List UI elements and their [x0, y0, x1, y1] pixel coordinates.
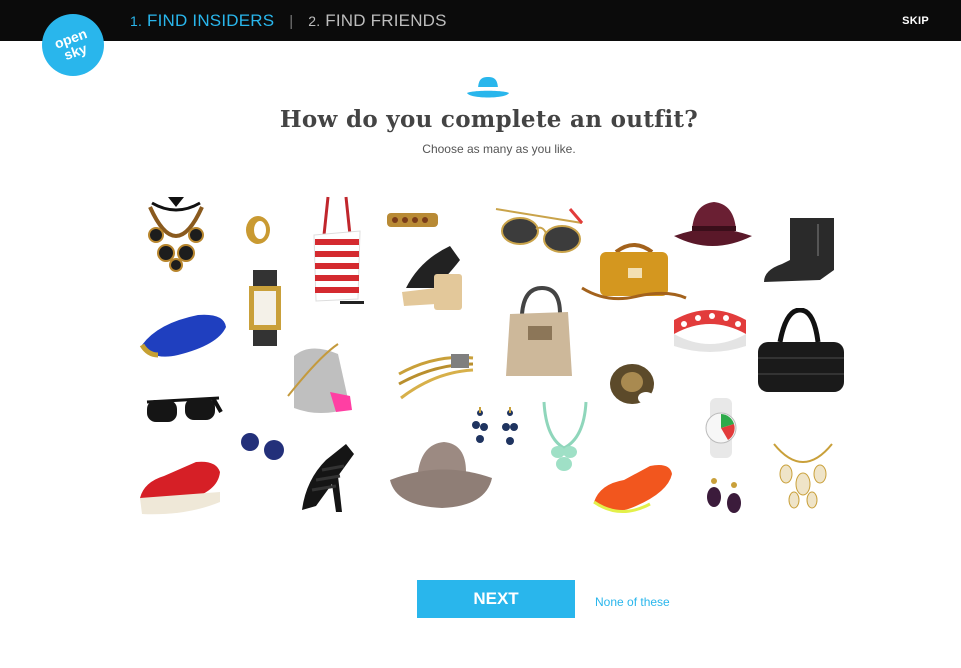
progress-steps: 1. FIND INSIDERS | 2. FIND FRIENDS [130, 11, 447, 31]
page-title: How do you complete an outfit? [279, 106, 699, 133]
striped-tote-item[interactable] [310, 195, 364, 307]
gold-chain-necklace-item[interactable] [395, 344, 477, 406]
none-of-these-link[interactable]: None of these [595, 595, 670, 609]
burgundy-fedora-item[interactable] [672, 198, 754, 258]
beige-handbag-item[interactable] [502, 284, 576, 380]
top-nav-bar: 1. FIND INSIDERS | 2. FIND FRIENDS SKIP [0, 0, 961, 41]
bracelet-item[interactable] [385, 205, 440, 235]
step-find-friends[interactable]: 2. FIND FRIENDS [308, 11, 446, 30]
black-sunglasses-item[interactable] [143, 392, 223, 432]
hat-icon [466, 76, 510, 102]
next-button[interactable]: NEXT [417, 580, 575, 618]
blue-loafer-item[interactable] [138, 305, 228, 361]
red-studded-belt-item[interactable] [670, 300, 748, 356]
opensky-logo[interactable]: open sky [42, 14, 104, 76]
skip-link[interactable]: SKIP [902, 15, 929, 27]
step-separator: | [289, 13, 294, 30]
orange-oxford-item[interactable] [590, 458, 674, 520]
ankle-boot-item[interactable] [760, 216, 838, 286]
cocktail-ring-item[interactable] [606, 358, 658, 408]
page-subtitle: Choose as many as you like. [422, 142, 576, 156]
strappy-heel-item[interactable] [296, 440, 358, 518]
necklace-item[interactable] [140, 195, 212, 277]
gold-watch-item[interactable] [247, 270, 283, 346]
step-find-insiders[interactable]: 1. FIND INSIDERS [130, 11, 274, 30]
cream-drop-necklace-item[interactable] [770, 440, 836, 510]
blue-stud-earrings-item[interactable] [238, 430, 290, 462]
white-watch-item[interactable] [700, 398, 742, 458]
aviator-sunglasses-item[interactable] [492, 203, 587, 258]
red-sneaker-item[interactable] [136, 458, 222, 520]
gold-ring-item[interactable] [242, 210, 270, 246]
mint-statement-necklace-item[interactable] [538, 398, 592, 476]
drop-earrings-item[interactable] [704, 473, 744, 521]
platform-heel-item[interactable] [400, 238, 465, 312]
chandelier-earrings-item[interactable] [468, 403, 524, 453]
grey-clutch-item[interactable] [280, 336, 360, 418]
black-quilted-bag-item[interactable] [752, 308, 847, 396]
